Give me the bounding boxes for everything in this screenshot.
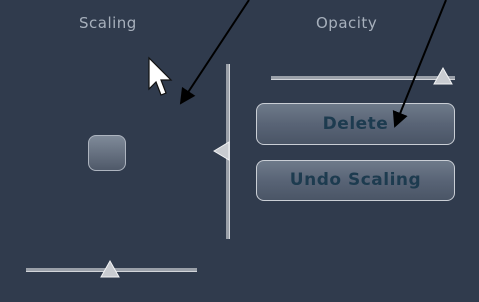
opacity-title: Opacity [316, 14, 378, 32]
scaling-title: Scaling [79, 14, 137, 32]
vertical-scaling-slider-thumb[interactable] [213, 141, 231, 161]
scaling-opacity-panel: Scaling Opacity Delete Undo Scaling [0, 0, 479, 302]
delete-button[interactable]: Delete [256, 103, 455, 145]
horizontal-scaling-slider-thumb[interactable] [100, 260, 120, 278]
opacity-slider-track[interactable] [271, 76, 455, 79]
scaling-handle[interactable] [88, 135, 126, 171]
opacity-slider-thumb[interactable] [433, 67, 453, 85]
undo-scaling-button[interactable]: Undo Scaling [256, 160, 455, 201]
